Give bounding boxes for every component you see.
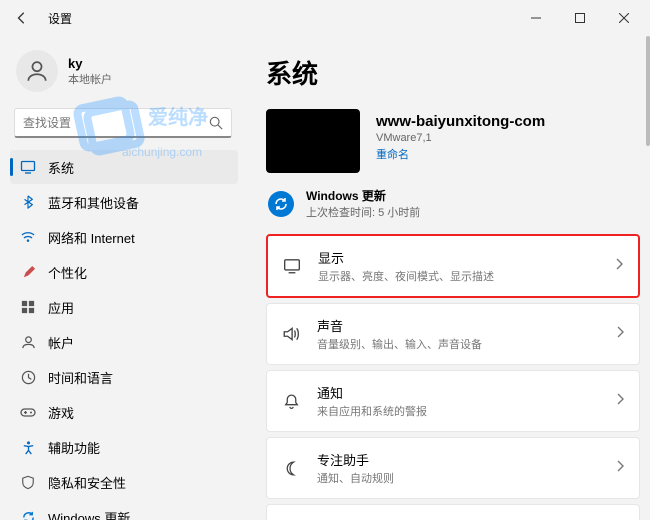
- sidebar-item-gaming[interactable]: 游戏: [10, 395, 238, 429]
- sidebar-item-apps[interactable]: 应用: [10, 290, 238, 324]
- sidebar-item-system[interactable]: 系统: [10, 150, 238, 184]
- clock-icon: [20, 369, 36, 385]
- card-title: 通知: [317, 383, 599, 402]
- wifi-icon: [20, 229, 36, 245]
- arrow-left-icon: [15, 11, 29, 25]
- device-row: www-baiyunxitong-com VMware7,1 重命名: [266, 109, 640, 173]
- sidebar-item-accounts[interactable]: 帐户: [10, 325, 238, 359]
- maximize-button[interactable]: [558, 0, 602, 36]
- device-model: VMware7,1: [376, 132, 545, 144]
- chevron-right-icon: [615, 459, 625, 477]
- gaming-icon: [20, 404, 36, 420]
- chevron-right-icon: [615, 392, 625, 410]
- update-subtitle: 上次检查时间: 5 小时前: [306, 204, 420, 220]
- person-icon: [24, 58, 50, 84]
- card-subtitle: 通知、自动规则: [317, 470, 599, 486]
- sidebar-item-label: 隐私和安全性: [48, 473, 126, 492]
- search-box[interactable]: [14, 108, 232, 138]
- sound-icon: [281, 325, 301, 343]
- window-controls: [514, 0, 646, 36]
- minimize-button[interactable]: [514, 0, 558, 36]
- update-icon: [20, 509, 36, 520]
- accessibility-icon: [20, 439, 36, 455]
- sidebar-item-bluetooth[interactable]: 蓝牙和其他设备: [10, 185, 238, 219]
- sidebar-item-network[interactable]: 网络和 Internet: [10, 220, 238, 254]
- device-name: www-baiyunxitong-com: [376, 113, 545, 130]
- shield-icon: [20, 474, 36, 490]
- close-icon: [619, 13, 629, 23]
- chevron-right-icon: [614, 257, 624, 275]
- nav-list: 系统 蓝牙和其他设备 网络和 Internet 个性化 应用 帐户: [8, 150, 248, 520]
- card-title: 显示: [318, 248, 598, 267]
- minimize-icon: [531, 13, 541, 23]
- sidebar-item-label: 时间和语言: [48, 368, 113, 387]
- sidebar-item-label: 蓝牙和其他设备: [48, 193, 139, 212]
- close-button[interactable]: [602, 0, 646, 36]
- card-subtitle: 显示器、亮度、夜间模式、显示描述: [318, 268, 598, 284]
- sidebar-item-label: 系统: [48, 158, 74, 177]
- card-title: 专注助手: [317, 450, 599, 469]
- card-subtitle: 来自应用和系统的警报: [317, 403, 599, 419]
- user-subtitle: 本地帐户: [68, 71, 112, 87]
- sidebar-item-label: 个性化: [48, 263, 87, 282]
- rename-link[interactable]: 重命名: [376, 146, 545, 162]
- bluetooth-icon: [20, 194, 36, 210]
- chevron-right-icon: [615, 325, 625, 343]
- system-icon: [20, 159, 36, 175]
- bell-icon: [281, 393, 301, 410]
- sidebar-item-personalization[interactable]: 个性化: [10, 255, 238, 289]
- sidebar-item-label: 辅助功能: [48, 438, 100, 457]
- sidebar-item-label: 游戏: [48, 403, 74, 422]
- card-notifications[interactable]: 通知 来自应用和系统的警报: [266, 370, 640, 432]
- sidebar-item-label: 网络和 Internet: [48, 228, 135, 247]
- titlebar: 设置: [0, 0, 650, 36]
- sidebar-item-label: 应用: [48, 298, 74, 317]
- desktop-preview[interactable]: [266, 109, 360, 173]
- card-display[interactable]: 显示 显示器、亮度、夜间模式、显示描述: [266, 234, 640, 298]
- sidebar-item-time[interactable]: 时间和语言: [10, 360, 238, 394]
- search-input[interactable]: [23, 116, 209, 130]
- sidebar-item-accessibility[interactable]: 辅助功能: [10, 430, 238, 464]
- search-icon: [209, 116, 223, 130]
- card-subtitle: 音量级别、输出、输入、声音设备: [317, 336, 599, 352]
- brush-icon: [20, 264, 36, 280]
- apps-icon: [20, 299, 36, 315]
- main-content: 系统 www-baiyunxitong-com VMware7,1 重命名 Wi…: [248, 36, 650, 520]
- sidebar-item-label: 帐户: [48, 333, 74, 352]
- update-badge-icon: [268, 191, 294, 217]
- display-icon: [282, 257, 302, 275]
- user-name: ky: [68, 56, 112, 71]
- sidebar-item-update[interactable]: Windows 更新: [10, 500, 238, 520]
- accounts-icon: [20, 334, 36, 350]
- sidebar-item-privacy[interactable]: 隐私和安全性: [10, 465, 238, 499]
- card-title: 声音: [317, 316, 599, 335]
- window-title: 设置: [48, 10, 72, 27]
- card-sound[interactable]: 声音 音量级别、输出、输入、声音设备: [266, 303, 640, 365]
- maximize-icon: [575, 13, 585, 23]
- page-title: 系统: [266, 54, 640, 91]
- card-focus[interactable]: 专注助手 通知、自动规则: [266, 437, 640, 499]
- card-power[interactable]: 电源 睡眠、电池使用情况、节电模式: [266, 504, 640, 520]
- update-row[interactable]: Windows 更新 上次检查时间: 5 小时前: [266, 187, 640, 220]
- scrollbar[interactable]: [646, 36, 650, 146]
- update-title: Windows 更新: [306, 187, 420, 204]
- back-button[interactable]: [4, 0, 40, 36]
- sidebar-item-label: Windows 更新: [48, 508, 130, 520]
- user-block[interactable]: ky 本地帐户: [8, 44, 248, 106]
- avatar: [16, 50, 58, 92]
- sidebar: ky 本地帐户 系统 蓝牙和其他设备 网络和 Internet: [0, 36, 248, 520]
- moon-icon: [281, 460, 301, 477]
